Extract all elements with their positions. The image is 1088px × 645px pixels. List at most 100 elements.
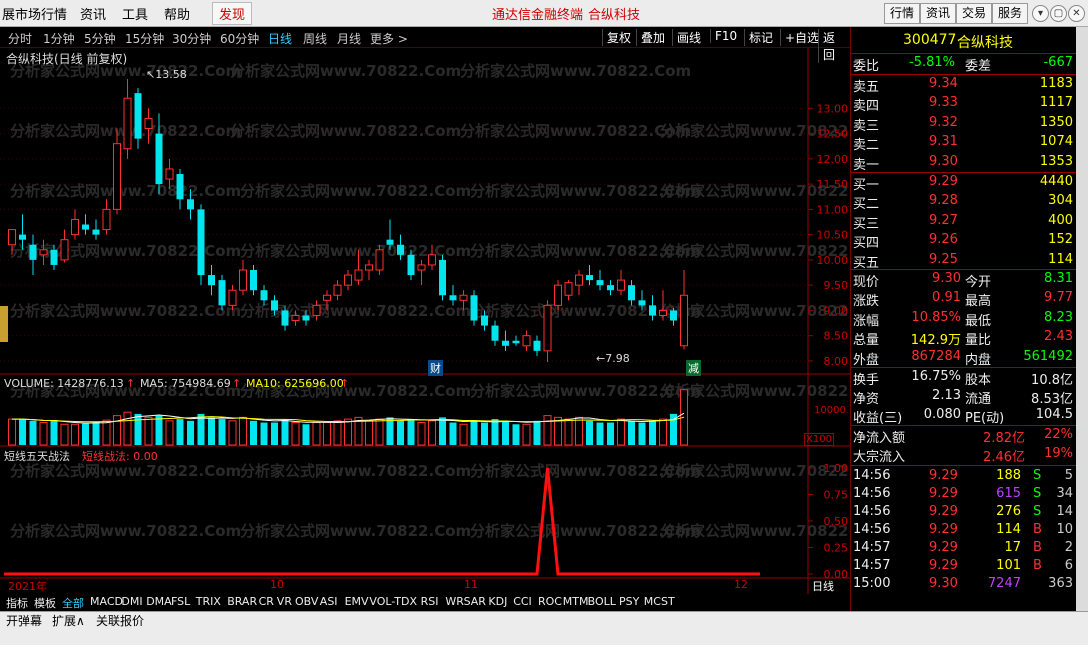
minimize-icon[interactable]: ▾ bbox=[1032, 5, 1049, 22]
indicator-tab-asi[interactable]: ASI bbox=[320, 595, 338, 608]
buy-row[interactable]: 买五 9.25 114 bbox=[851, 251, 1077, 271]
candle-body bbox=[312, 304, 321, 316]
stat-value: 9.77 bbox=[1044, 290, 1073, 306]
flow-row: 大宗流入 2.46亿 19% bbox=[851, 445, 1077, 465]
candle-body bbox=[564, 282, 573, 296]
indicator-tab-mcst[interactable]: MCST bbox=[644, 595, 675, 608]
sell-row[interactable]: 卖一 9.30 1353 bbox=[851, 153, 1077, 173]
quote-panel: 300477 合纵科技 委比 -5.81% 委差 -667 卖五 9.34 1183… bbox=[850, 27, 1077, 611]
indicator-name[interactable]: 短线五天战法 bbox=[4, 448, 70, 464]
buy-row[interactable]: 买一 9.29 4440 bbox=[851, 173, 1077, 193]
trade-button[interactable]: 交易 bbox=[956, 3, 993, 24]
menu-tools[interactable]: 工具 bbox=[122, 4, 148, 23]
tick-row: 14:56 9.29 615 S 34 bbox=[851, 485, 1077, 504]
period-daily[interactable]: 日线 bbox=[268, 30, 292, 47]
left-collapse-handle[interactable] bbox=[0, 306, 8, 342]
period-intraday[interactable]: 分时 bbox=[8, 30, 32, 47]
quotes-button[interactable]: 行情 bbox=[884, 3, 921, 24]
indicator-tab-macd[interactable]: MACD bbox=[90, 595, 123, 608]
buy-row[interactable]: 买四 9.26 152 bbox=[851, 231, 1077, 251]
sell-row[interactable]: 卖三 9.32 1350 bbox=[851, 114, 1077, 134]
service-button[interactable]: 服务 bbox=[992, 3, 1029, 24]
indicator-tab-cr[interactable]: CR bbox=[259, 595, 274, 608]
watermark-text: 分析家公式网www.70822.Com bbox=[460, 62, 691, 80]
sell-row[interactable]: 卖四 9.33 1117 bbox=[851, 94, 1077, 114]
indicator-tab-kdj[interactable]: KDJ bbox=[488, 595, 507, 608]
menu-help[interactable]: 帮助 bbox=[164, 4, 190, 23]
news-button[interactable]: 资讯 bbox=[920, 3, 957, 24]
ma10-label: MA10: 625696.00 bbox=[246, 377, 344, 390]
indicator-tab-boll[interactable]: BOLL bbox=[588, 595, 616, 608]
sell-row[interactable]: 卖五 9.34 1183 bbox=[851, 75, 1077, 95]
volume-bar bbox=[502, 420, 509, 445]
menu-news[interactable]: 资讯 bbox=[80, 4, 106, 23]
indicator-tab-trix[interactable]: TRIX bbox=[196, 595, 221, 608]
menu-discover[interactable]: 发现 bbox=[212, 2, 253, 25]
mark-button[interactable]: 标记 bbox=[744, 29, 777, 46]
indicator-tab-obv[interactable]: OBV bbox=[295, 595, 318, 608]
period-30min[interactable]: 30分钟 bbox=[172, 30, 211, 47]
candle-body bbox=[165, 168, 174, 180]
candle-body bbox=[365, 264, 373, 271]
quote-header: 300477 合纵科技 bbox=[851, 29, 1077, 51]
stat-label: 今开 bbox=[965, 275, 992, 290]
period-60min[interactable]: 60分钟 bbox=[220, 30, 259, 47]
buy-row[interactable]: 买二 9.28 304 bbox=[851, 192, 1077, 212]
related-quote-button[interactable]: 关联报价 bbox=[96, 612, 144, 629]
f10-button[interactable]: F10 bbox=[710, 29, 741, 43]
period-15min[interactable]: 15分钟 bbox=[125, 30, 164, 47]
finance-badge[interactable]: 财 bbox=[428, 360, 443, 376]
draw-button[interactable]: 画线 bbox=[672, 29, 705, 46]
period-5min[interactable]: 5分钟 bbox=[84, 30, 116, 47]
tick-side: B bbox=[1033, 540, 1042, 555]
indicator-tab-emv[interactable]: EMV bbox=[345, 595, 369, 608]
indicator-tab-全部[interactable]: 全部 bbox=[62, 595, 84, 611]
indicator-tab-rsi[interactable]: RSI bbox=[421, 595, 439, 608]
indicator-tab-指标[interactable]: 指标 bbox=[6, 595, 28, 611]
overlay-button[interactable]: 叠加 bbox=[636, 29, 669, 46]
candle-body bbox=[575, 274, 583, 286]
indicator-tab-fsl[interactable]: FSL bbox=[171, 595, 190, 608]
add-watchlist-button[interactable]: +自选 bbox=[780, 29, 823, 46]
period-more[interactable]: 更多 > bbox=[370, 30, 408, 47]
indicator-tab-vol-tdx[interactable]: VOL-TDX bbox=[369, 595, 417, 608]
indicator-tab-mtm[interactable]: MTM bbox=[563, 595, 589, 608]
tick-count: 6 bbox=[1064, 558, 1073, 573]
volume-bar bbox=[459, 423, 468, 446]
reduce-badge[interactable]: 减 bbox=[686, 360, 701, 376]
maximize-icon[interactable]: ▢ bbox=[1050, 5, 1067, 22]
candle-body bbox=[239, 269, 247, 291]
indicator-tab-dma[interactable]: DMA bbox=[146, 595, 172, 608]
candle-body bbox=[586, 275, 593, 281]
flow-value: 2.46亿 bbox=[983, 450, 1025, 465]
kline-chart-area[interactable]: 分析家公式网www.70822.Com 分析家公式网www.70822.Com 分析… bbox=[0, 48, 850, 594]
indicator-tab-vr[interactable]: VR bbox=[277, 595, 292, 608]
volume-bar bbox=[439, 417, 446, 445]
volume-bar bbox=[365, 420, 373, 446]
right-scrollbar[interactable] bbox=[1076, 27, 1088, 611]
danmaku-button[interactable]: 开弹幕 bbox=[6, 612, 42, 629]
stat-label: 外盘 bbox=[853, 352, 880, 368]
chart-title: 合纵科技(日线 前复权) bbox=[6, 52, 128, 66]
expand-button[interactable]: 扩展∧ bbox=[52, 612, 85, 629]
tick-side: B bbox=[1033, 558, 1042, 573]
close-icon[interactable]: ✕ bbox=[1068, 5, 1085, 22]
period-1min[interactable]: 1分钟 bbox=[43, 30, 75, 47]
buy-volume: 4440 bbox=[1039, 174, 1073, 189]
indicator-tab-roc[interactable]: ROC bbox=[538, 595, 562, 608]
indicator-tab-brar[interactable]: BRAR bbox=[227, 595, 257, 608]
period-weekly[interactable]: 周线 bbox=[303, 30, 327, 47]
tick-volume: 114 bbox=[996, 522, 1021, 537]
indicator-tab-dmi[interactable]: DMI bbox=[121, 595, 142, 608]
adjust-button[interactable]: 复权 bbox=[602, 29, 635, 46]
sell-row[interactable]: 卖二 9.31 1074 bbox=[851, 133, 1077, 153]
indicator-tab-psy[interactable]: PSY bbox=[619, 595, 639, 608]
kline-chart-svg[interactable]: 分析家公式网www.70822.Com分析家公式网www.70822.Com分析… bbox=[0, 48, 850, 594]
period-monthly[interactable]: 月线 bbox=[337, 30, 361, 47]
indicator-tab-模板[interactable]: 模板 bbox=[34, 595, 56, 611]
indicator-tab-cci[interactable]: CCI bbox=[513, 595, 532, 608]
indicator-tab-wr[interactable]: WR bbox=[445, 595, 464, 608]
buy-row[interactable]: 买三 9.27 400 bbox=[851, 212, 1077, 232]
indicator-tab-sar[interactable]: SAR bbox=[464, 595, 486, 608]
candle-body bbox=[439, 259, 446, 296]
